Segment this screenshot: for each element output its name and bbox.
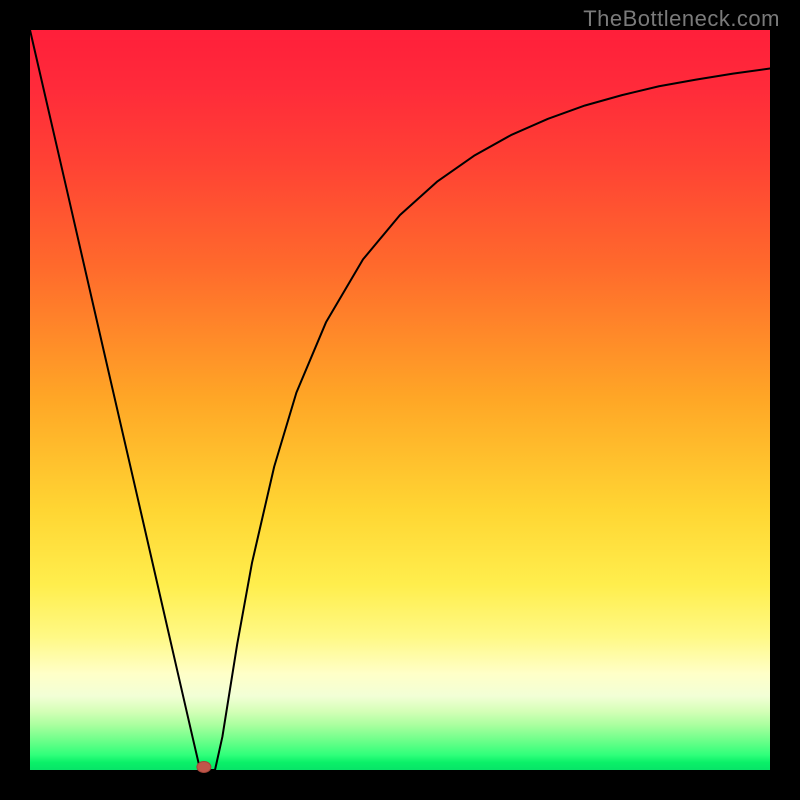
chart-frame: TheBottleneck.com bbox=[0, 0, 800, 800]
watermark-text: TheBottleneck.com bbox=[583, 6, 780, 32]
plot-area bbox=[30, 30, 770, 770]
bottleneck-curve bbox=[30, 30, 770, 770]
bottleneck-curve-svg bbox=[30, 30, 770, 770]
minimum-marker bbox=[197, 762, 211, 773]
